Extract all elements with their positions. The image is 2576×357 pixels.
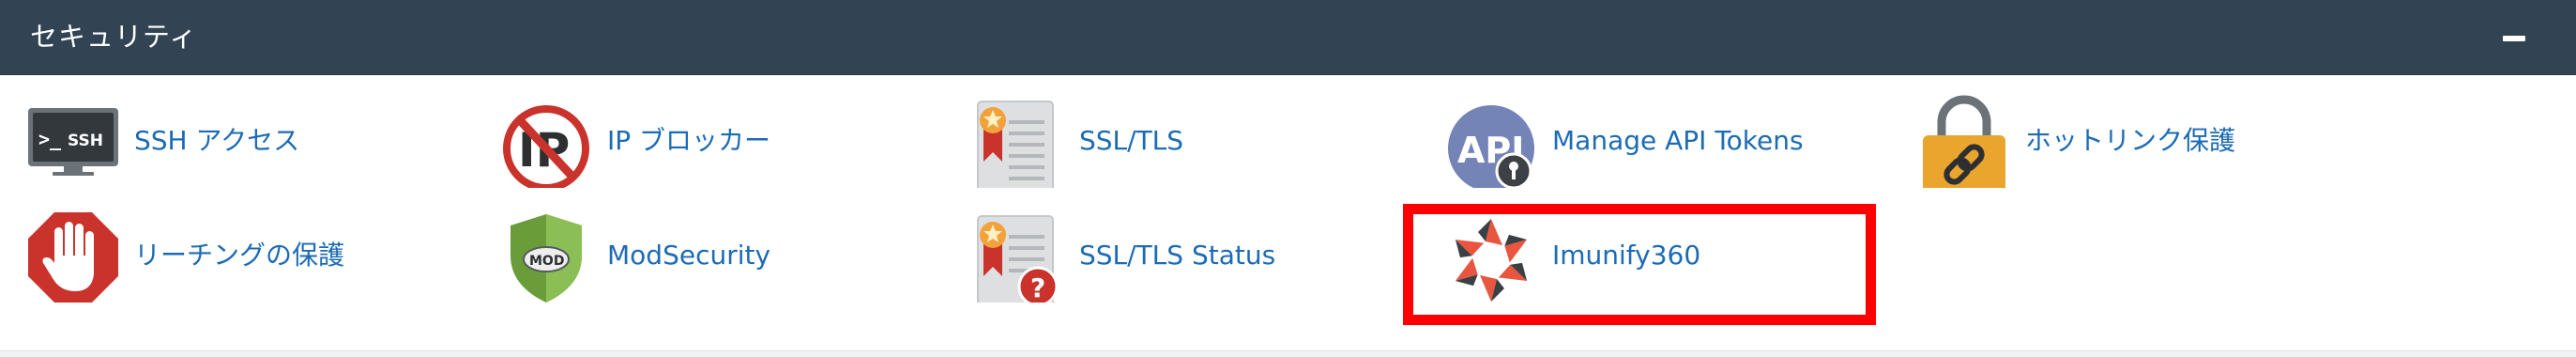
svg-text:?: ? <box>1030 272 1045 303</box>
item-label: IP ブロッカー <box>607 125 771 156</box>
item-label: Imunify360 <box>1552 240 1701 271</box>
item-label: ホットリンク保護 <box>2025 125 2236 156</box>
svg-text:>_: >_ <box>38 128 62 150</box>
item-label: SSL/TLS <box>1079 125 1184 156</box>
security-panel: セキュリティ >_ SSH SSH アクセス IP IP ブロッ <box>0 0 2576 351</box>
item-label: ModSecurity <box>607 240 771 271</box>
item-label: SSH アクセス <box>134 125 300 156</box>
item-label: SSL/TLS Status <box>1079 240 1276 271</box>
padlock-link-icon <box>1917 94 2011 194</box>
ssl-certificate-icon <box>971 94 1065 193</box>
imunify360-icon <box>1444 209 1538 303</box>
ip-blocker-icon: IP <box>499 94 593 192</box>
svg-text:SSH: SSH <box>68 132 103 150</box>
minus-icon <box>2503 36 2525 41</box>
item-label: Manage API Tokens <box>1552 125 1804 156</box>
panel-title: セキュリティ <box>30 21 198 53</box>
ssl-status-icon: ? <box>971 209 1065 307</box>
collapse-button[interactable] <box>2496 19 2538 56</box>
ssh-terminal-icon: >_ SSH <box>26 94 120 188</box>
item-label: リーチングの保護 <box>134 240 345 271</box>
stop-hand-icon <box>26 209 120 303</box>
svg-text:MOD: MOD <box>529 254 564 269</box>
api-tokens-icon: API <box>1444 94 1538 192</box>
mod-shield-icon: MOD <box>499 209 593 303</box>
panel-header[interactable]: セキュリティ <box>0 0 2576 75</box>
